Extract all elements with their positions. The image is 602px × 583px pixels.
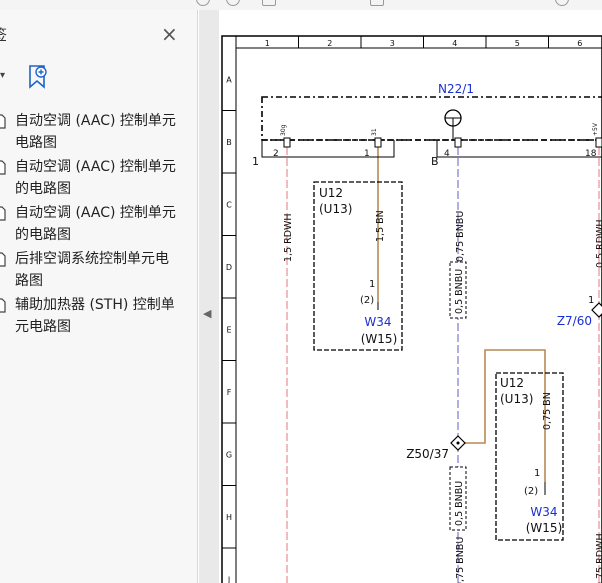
row-label: J bbox=[227, 575, 230, 583]
connector-left-strip bbox=[261, 140, 395, 158]
bookmark-label: 后排空调系统控制单元电 bbox=[15, 251, 169, 267]
document-page: 1 2 3 4 5 6 A B C D E F G H J N22/1 30g 2 31 1 4 +5V 18 1 B 1,5 R… bbox=[219, 10, 602, 583]
wire-label: 0,75 BNBU bbox=[455, 211, 466, 262]
add-bookmark-icon[interactable] bbox=[28, 65, 50, 93]
row-label: C bbox=[226, 200, 232, 209]
bookmark-label: 电路图 bbox=[15, 135, 57, 151]
row-label: A bbox=[226, 75, 232, 84]
column-label: 1 bbox=[265, 39, 270, 48]
column-label: 3 bbox=[390, 39, 395, 48]
bookmarks-panel: 签 × ▾ 自动空调 (AAC) 控制单元电路图自动空调 (AAC) 控制单元的… bbox=[0, 10, 198, 583]
pin-label: 1 bbox=[369, 279, 375, 290]
pin-number-label: 1 bbox=[364, 149, 370, 159]
close-icon[interactable]: × bbox=[161, 22, 178, 46]
bookmark-page-icon bbox=[0, 160, 6, 182]
row-label: B bbox=[226, 138, 232, 147]
row-label: G bbox=[226, 450, 232, 459]
diagram-frame bbox=[221, 35, 602, 583]
bookmark-item[interactable]: 辅助加热器 (STH) 控制单 元电路图 bbox=[0, 294, 198, 340]
bookmark-label: 辅助加热器 (STH) 控制单 bbox=[15, 297, 175, 313]
pin-label: (2) bbox=[360, 295, 374, 306]
pin-number-label: 2 bbox=[273, 149, 279, 159]
n22-dashed-box bbox=[261, 96, 602, 141]
u12-label: U12 bbox=[319, 186, 343, 200]
row-label: D bbox=[226, 263, 232, 272]
diagram-labels: 1 2 3 4 5 6 A B C D E F G H J N22/1 30g 2 31 1 4 +5V 18 1 B 1,5 R… bbox=[226, 39, 602, 583]
top-toolbar bbox=[0, 0, 602, 10]
column-label: 2 bbox=[327, 39, 332, 48]
toolbar-circle-icon[interactable] bbox=[226, 0, 240, 6]
ground-alt-label: (W15) bbox=[526, 521, 563, 535]
u12-label: U12 bbox=[500, 376, 524, 390]
wire-label: 1,5 BN bbox=[375, 210, 386, 242]
connector-pin bbox=[595, 137, 602, 148]
bookmark-label: 的电路图 bbox=[15, 227, 71, 243]
toolbar-circle-icon[interactable] bbox=[555, 0, 569, 6]
pin-name-label: 31 bbox=[371, 128, 378, 136]
ground-label: W34 bbox=[530, 505, 557, 519]
bookmark-label: 自动空调 (AAC) 控制单元 bbox=[15, 113, 176, 129]
toolbar-circle-icon[interactable] bbox=[196, 0, 210, 6]
bookmark-label: 自动空调 (AAC) 控制单元 bbox=[15, 205, 176, 221]
u13-label: (U13) bbox=[319, 202, 352, 216]
bookmark-page-icon bbox=[0, 206, 6, 228]
pin-label: 1 bbox=[588, 295, 594, 306]
frame-border bbox=[221, 35, 602, 583]
bookmark-label: 自动空调 (AAC) 控制单元 bbox=[15, 159, 176, 175]
pin-number-label: 4 bbox=[444, 149, 450, 159]
column-label: 4 bbox=[452, 39, 457, 48]
bookmark-list: 自动空调 (AAC) 控制单元 电路图 自动空调 (AAC) 控制单元 的电路图 自动空… bbox=[0, 110, 198, 340]
wire-label: 1,5 RDWH bbox=[283, 213, 294, 262]
bookmarks-header: 签 × bbox=[0, 22, 198, 48]
collapse-panel-icon[interactable]: ◀ bbox=[203, 307, 211, 320]
wire-label: 0,75 BNBU bbox=[455, 537, 466, 583]
connector-pin bbox=[374, 137, 382, 148]
column-label: 5 bbox=[515, 39, 520, 48]
bookmark-label: 的电路图 bbox=[15, 181, 71, 197]
panel-splitter[interactable]: ◀ bbox=[199, 10, 219, 583]
splice-label: Z7/60 bbox=[557, 314, 592, 328]
bookmark-item[interactable]: 自动空调 (AAC) 控制单元 的电路图 bbox=[0, 202, 198, 248]
connector-right-strip bbox=[436, 140, 602, 158]
splice-label: Z50/37 bbox=[406, 447, 449, 461]
bookmarks-title: 签 bbox=[0, 24, 7, 45]
bookmark-page-icon bbox=[0, 252, 6, 274]
pin-number-label: 18 bbox=[585, 149, 597, 159]
row-label: H bbox=[226, 513, 232, 522]
toolbar-square-icon[interactable] bbox=[262, 0, 276, 6]
splice-z50-dot bbox=[456, 441, 460, 445]
toolbar-square-icon[interactable] bbox=[370, 0, 384, 6]
wire-label: 0,75 BN bbox=[542, 392, 553, 430]
u13-label: (U13) bbox=[500, 392, 533, 406]
bookmark-page-icon bbox=[0, 114, 6, 136]
connector-pin bbox=[454, 137, 462, 148]
bookmark-label: 路图 bbox=[15, 273, 43, 289]
wire-label: 0,5 RDWH bbox=[595, 219, 602, 268]
options-dropdown-icon[interactable]: ▾ bbox=[0, 70, 5, 81]
connector-side-label: 1 bbox=[252, 155, 259, 168]
wire-label: 0,5 BNBU bbox=[454, 269, 465, 314]
wire-label: 0,75 RDWH bbox=[595, 533, 602, 583]
n22-label: N22/1 bbox=[438, 82, 474, 96]
wire-label: 0,5 BNBU bbox=[454, 481, 465, 526]
bookmark-item[interactable]: 自动空调 (AAC) 控制单元 的电路图 bbox=[0, 156, 198, 202]
pin-label: 1 bbox=[534, 468, 540, 479]
column-label: 6 bbox=[577, 39, 582, 48]
connector-side-label: B bbox=[431, 155, 439, 168]
bookmark-item[interactable]: 自动空调 (AAC) 控制单元 电路图 bbox=[0, 110, 198, 156]
wiring-diagram: 1 2 3 4 5 6 A B C D E F G H J N22/1 30g 2 31 1 4 +5V 18 1 B 1,5 R… bbox=[221, 35, 602, 583]
bookmarks-toolbar: ▾ bbox=[0, 62, 198, 92]
connector-pin bbox=[283, 137, 291, 148]
bookmark-label: 元电路图 bbox=[15, 319, 71, 335]
ground-label: W34 bbox=[364, 315, 391, 329]
ground-alt-label: (W15) bbox=[361, 332, 398, 346]
row-label: F bbox=[227, 388, 232, 397]
pin-name-label: +5V bbox=[592, 122, 599, 136]
pin-name-label: 30g bbox=[280, 124, 287, 136]
pin-label: (2) bbox=[524, 486, 538, 497]
wire-bn-2 bbox=[458, 349, 546, 482]
row-label: E bbox=[226, 325, 231, 334]
bookmark-item[interactable]: 后排空调系统控制单元电 路图 bbox=[0, 248, 198, 294]
bookmark-page-icon bbox=[0, 298, 6, 320]
